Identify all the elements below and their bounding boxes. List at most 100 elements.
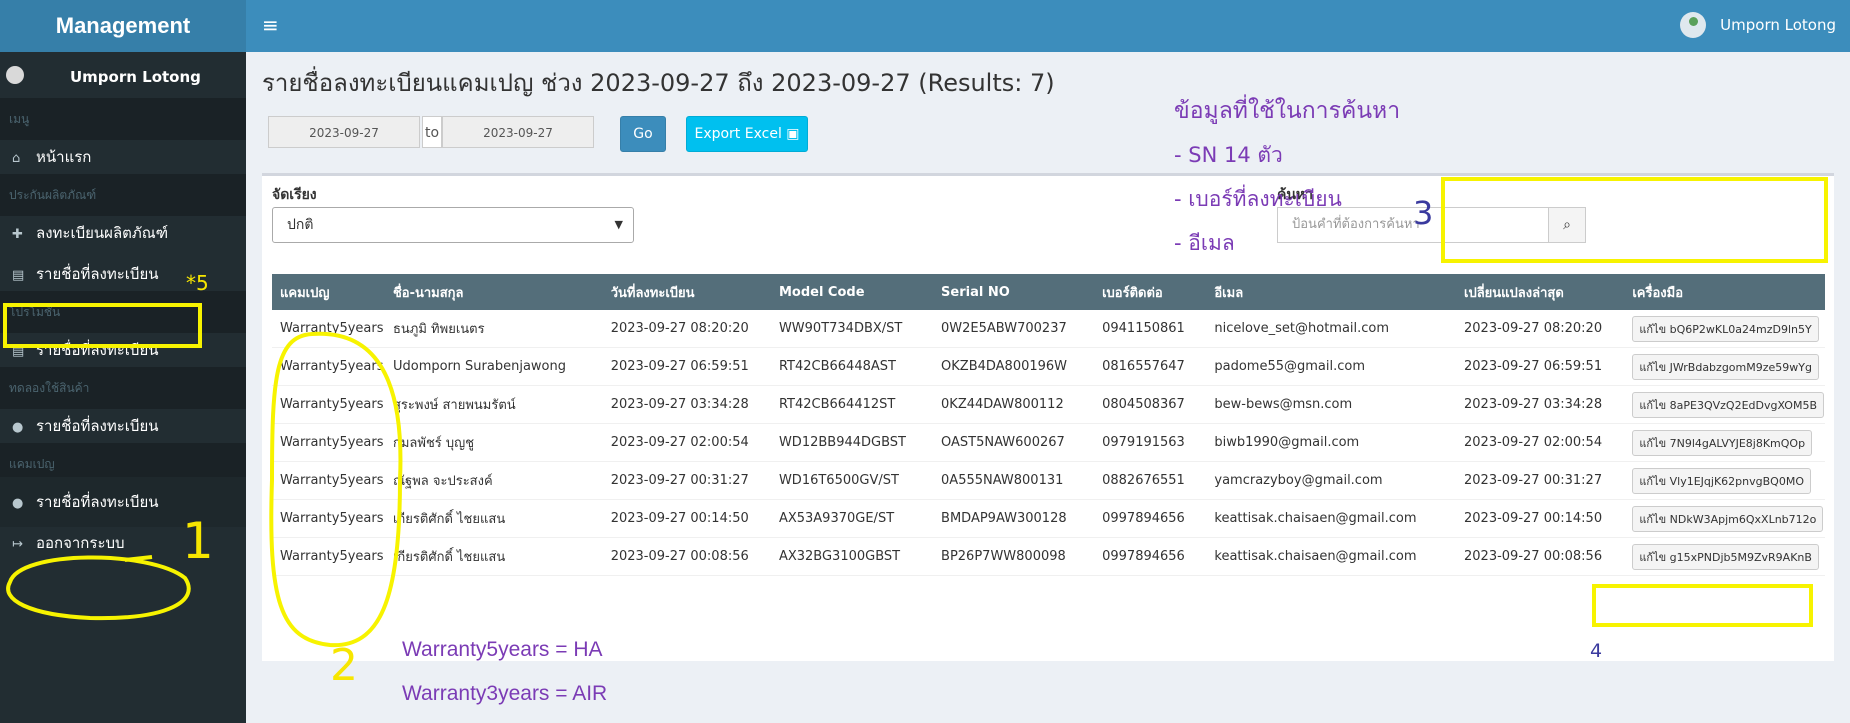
edit-button[interactable]: แก้ไข Vly1EJqjK62pnvgBQ0MO: [1632, 467, 1811, 494]
column-header[interactable]: วันที่ลงทะเบียน: [603, 274, 771, 310]
table-cell: 0997894656: [1094, 499, 1207, 538]
table-row: Warranty5years ธนภูมิ ทิพยเนตร 2023-09-27 …: [272, 310, 1825, 348]
top-navbar: Management ≡ Umporn Lotong: [0, 0, 1850, 52]
campaign-legend-air: Warranty3years = AIR: [402, 682, 608, 705]
table-cell: 0979191563: [1094, 423, 1207, 462]
table-cell: แก้ไข JWrBdabzgomM9ze59wYg: [1624, 347, 1825, 386]
edit-button[interactable]: แก้ไข g15xPNDjb5M9ZvR9AKnB: [1632, 543, 1819, 570]
annotation-number-1: 1: [182, 512, 214, 570]
table-cell: yamcrazyboy@gmail.com: [1206, 461, 1457, 500]
table-cell: 2023-09-27 00:08:56: [602, 537, 771, 576]
table-cell: Warranty5years: [272, 385, 385, 424]
table-cell: ธนภูมิ ทิพยเนตร: [384, 310, 603, 348]
avatar: [6, 66, 24, 84]
highlight-box-5: [3, 303, 202, 348]
sidebar-item-label: ลงทะเบียนผลิตภัณฑ์: [36, 224, 169, 242]
annotation-number-5: *5: [186, 271, 209, 295]
column-header[interactable]: Serial NO: [933, 274, 1094, 310]
table-cell: BMDAP9AW300128: [933, 499, 1095, 538]
annotation-number-2: 2: [330, 640, 358, 691]
table-cell: biwb1990@gmail.com: [1206, 423, 1457, 462]
table-cell: แก้ไข g15xPNDjb5M9ZvR9AKnB: [1624, 537, 1825, 576]
table-cell: เกียรติศักดิ์ ไชยแสน: [384, 499, 603, 538]
table-cell: 2023-09-27 00:14:50: [602, 499, 771, 538]
table-cell: RT42CB664412ST: [770, 385, 934, 424]
table-cell: AX32BG3100GBST: [770, 537, 934, 576]
edit-button[interactable]: แก้ไข NDkW3Apjm6QxXLnb712o: [1632, 505, 1824, 532]
table-cell: Warranty5years: [272, 310, 385, 348]
column-header[interactable]: แคมเปญ: [272, 274, 385, 310]
search-info-line: - SN 14 ตัว: [1174, 143, 1283, 167]
table-cell: แก้ไข 8aPE3QVzQ2EdDvgXOM5B: [1624, 385, 1825, 424]
table-cell: Warranty5years: [272, 461, 385, 500]
menu-toggle-icon[interactable]: ≡: [262, 13, 279, 37]
excel-file-icon: ▣: [786, 126, 800, 142]
edit-button[interactable]: แก้ไข 7N9l4gALVYJE8j8KmQOp: [1632, 429, 1813, 456]
table-cell: padome55@gmail.com: [1206, 347, 1457, 386]
table-cell: แก้ไข Vly1EJqjK62pnvgBQ0MO: [1624, 461, 1825, 500]
table-cell: 2023-09-27 00:31:27: [1456, 461, 1625, 500]
table-cell: RT42CB66448AST: [770, 347, 934, 386]
table-row: Warranty5years กมลพัชร์ บุญชู 2023-09-27 0…: [272, 423, 1825, 462]
column-header: เครื่องมือ: [1632, 285, 1683, 301]
sort-select[interactable]: ปกติ ▼: [272, 207, 634, 243]
table-cell: Warranty5years: [272, 499, 385, 538]
table-cell: เกียรติศักดิ์ ไชยแสน: [384, 537, 603, 576]
date-to-input[interactable]: 2023-09-27: [442, 116, 594, 148]
sidebar-item-label: รายชื่อที่ลงทะเบียน: [36, 493, 159, 511]
campaign-legend-ha: Warranty5years = HA: [402, 638, 603, 661]
search-info-title: ข้อมูลที่ใช้ในการค้นหา: [1174, 98, 1401, 124]
table-cell: แก้ไข 7N9l4gALVYJE8j8KmQOp: [1624, 423, 1825, 462]
table-cell: WD16T6500GV/ST: [770, 461, 934, 500]
go-button[interactable]: Go: [620, 116, 666, 152]
user-panel: Umporn Lotong: [0, 52, 246, 104]
export-excel-button[interactable]: Export Excel ▣: [686, 116, 808, 152]
column-header[interactable]: เบอร์ติดต่อ: [1094, 274, 1206, 310]
table-cell: สุระพงษ์ สายพนมรัตน์: [384, 385, 603, 424]
sidebar-item-label: รายชื่อที่ลงทะเบียน: [36, 417, 159, 435]
edit-button[interactable]: แก้ไข bQ6P2wKL0a24mzD9ln5Y: [1632, 315, 1819, 342]
table-cell: Warranty5years: [272, 423, 385, 462]
user-panel-name: Umporn Lotong: [70, 68, 201, 86]
date-range-separator: to: [422, 116, 442, 148]
table-cell: nicelove_set@hotmail.com: [1206, 310, 1457, 348]
user-menu[interactable]: Umporn Lotong: [1680, 12, 1836, 38]
table-cell: 0816557647: [1094, 347, 1207, 386]
table-cell: 0A555NAW800131: [933, 461, 1095, 500]
table-cell: WW90T734DBX/ST: [770, 310, 934, 348]
page-title: รายชื่อลงทะเบียนแคมเปญ ช่วง 2023-09-27 ถ…: [262, 69, 1055, 97]
annotation-number-3: 3: [1413, 194, 1434, 232]
export-excel-label: Export Excel: [694, 126, 782, 142]
table-cell: WD12BB944DGBST: [770, 423, 934, 462]
chevron-down-icon: ▼: [614, 218, 623, 231]
table-row: Warranty5years ณัฐพล จะประสงค์ 2023-09-27 …: [272, 461, 1825, 500]
table-cell: แก้ไข bQ6P2wKL0a24mzD9ln5Y: [1624, 310, 1825, 348]
table-cell: กมลพัชร์ บุญชู: [384, 423, 603, 462]
table-row: Warranty5years เกียรติศักดิ์ ไชยแสน 2023-0…: [272, 537, 1825, 576]
column-header[interactable]: อีเมล: [1206, 274, 1456, 310]
table-cell: keattisak.chaisaen@gmail.com: [1206, 499, 1457, 538]
sidebar-item-label: รายชื่อที่ลงทะเบียน: [36, 265, 159, 283]
table-cell: OKZB4DA800196W: [933, 347, 1095, 386]
table-cell: 2023-09-27 02:00:54: [602, 423, 771, 462]
column-header[interactable]: Model Code: [771, 274, 933, 310]
table-cell: OAST5NAW600267: [933, 423, 1095, 462]
sort-select-value: ปกติ: [287, 217, 314, 233]
date-from-input[interactable]: 2023-09-27: [268, 116, 420, 148]
table-cell: 0804508367: [1094, 385, 1207, 424]
avatar: [1680, 12, 1707, 38]
annotation-number-4: 4: [1590, 640, 1603, 662]
table-cell: 2023-09-27 03:34:28: [1456, 385, 1625, 424]
table-row: Warranty5years เกียรติศักดิ์ ไชยแสน 2023-0…: [272, 499, 1825, 538]
column-header[interactable]: ชื่อ-นามสกุล: [385, 274, 603, 310]
brand-logo[interactable]: Management: [0, 0, 246, 52]
column-header[interactable]: เปลี่ยนแปลงล่าสุด: [1456, 274, 1624, 310]
edit-button[interactable]: แก้ไข 8aPE3QVzQ2EdDvgXOM5B: [1632, 391, 1824, 418]
edit-button[interactable]: แก้ไข JWrBdabzgomM9ze59wYg: [1632, 353, 1819, 380]
table-cell: 2023-09-27 08:20:20: [1456, 310, 1625, 348]
table-cell: Warranty5years: [272, 537, 385, 576]
sidebar: Umporn Lotong เมนู ⌂ หน้าแรก ประกันผลิตภั…: [0, 52, 246, 723]
table-cell: ณัฐพล จะประสงค์: [384, 461, 603, 500]
table-row: Warranty5years สุระพงษ์ สายพนมรัตน์ 2023-0…: [272, 385, 1825, 424]
table-cell: 2023-09-27 06:59:51: [602, 347, 771, 386]
